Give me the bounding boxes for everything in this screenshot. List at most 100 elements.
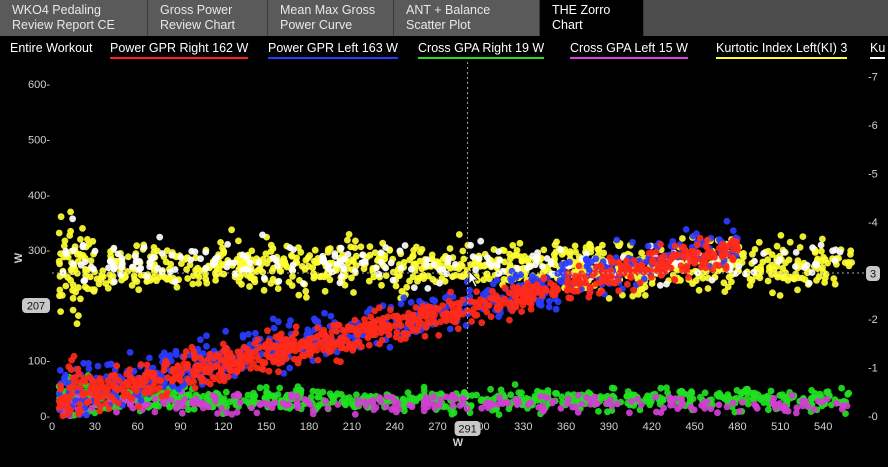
data-point [171,278,179,286]
data-point [269,315,277,323]
data-point [516,239,524,247]
data-point [260,286,268,294]
data-point [495,411,503,418]
legend-cross-gpa-right[interactable]: Cross GPA Right 19 W [418,41,545,59]
data-point [321,287,329,295]
legend-ku[interactable]: Ku [870,41,886,59]
data-point [292,323,300,331]
data-point [81,378,89,385]
data-point [413,243,420,251]
data-point [785,256,793,264]
y-tick-label: 400- [28,190,50,202]
data-point [225,259,233,266]
data-point [259,231,266,239]
data-point [70,352,78,360]
data-point [563,399,571,407]
data-point [518,257,526,265]
data-point [174,362,182,369]
tab-mean-max-curve[interactable]: Mean Max Gross Power Curve [268,0,394,36]
data-point [314,388,322,396]
tab-zorro-chart[interactable]: THE Zorro Chart [540,0,644,36]
data-point [64,398,72,406]
x-tick-label: 180 [300,421,318,433]
data-point [683,262,691,270]
data-point [73,320,81,328]
data-point [163,389,171,396]
data-point [557,246,564,253]
data-point [146,386,154,394]
data-point [275,334,283,342]
data-point [443,270,450,278]
data-point [634,395,641,403]
data-point [495,248,503,255]
data-point [348,274,355,282]
tab-pedaling-review[interactable]: WKO4 Pedaling Review Report CE [0,0,148,36]
y2-tick-label: -2 [868,314,878,326]
data-point [663,384,670,392]
data-point [94,362,102,370]
data-point [130,384,138,392]
data-point [397,336,405,343]
data-point [232,270,239,278]
data-point [423,312,430,319]
data-point [570,287,578,295]
data-point [195,279,203,287]
data-point [478,319,486,327]
data-point [557,278,565,286]
data-point [295,291,303,299]
data-point [289,272,296,280]
data-point [630,257,638,264]
data-point [608,402,616,410]
legend-power-gpr-left[interactable]: Power GPR Left 163 W [268,41,398,59]
y2-tick-label: -6 [868,120,878,132]
data-point [370,406,378,414]
data-point [69,215,76,223]
legend-power-gpr-right[interactable]: Power GPR Right 162 W [110,41,249,59]
tab-ant-balance[interactable]: ANT + Balance Scatter Plot [394,0,540,36]
data-point [137,397,145,404]
data-point [598,278,606,285]
data-point [389,276,397,284]
scatter-chart-area[interactable]: 0306090120150180210240270300330360390420… [0,58,888,462]
data-point [545,303,553,311]
data-point [70,247,77,254]
data-point [630,286,637,294]
x-tick-label: 450 [685,421,703,433]
data-point [288,282,296,289]
x-tick-label: 60 [132,421,144,433]
legend-kurtotic-index-left[interactable]: Kurtotic Index Left(KI) 3 [716,41,848,59]
data-point [409,273,417,281]
data-point [238,280,245,288]
data-point [251,275,258,283]
data-point [248,404,256,412]
data-point [361,258,369,266]
data-point [162,357,170,365]
data-point [669,252,676,260]
data-point [483,288,490,295]
data-point [537,392,545,400]
data-point [524,279,531,287]
data-point [495,313,502,320]
data-point [340,265,347,273]
data-point [629,292,637,300]
data-point [554,298,562,306]
data-point [430,400,437,408]
zorro-scatter-plot[interactable]: 0306090120150180210240270300330360390420… [0,58,888,462]
legend-range-label[interactable]: Entire Workout [10,41,92,57]
legend-cross-gpa-left[interactable]: Cross GPA Left 15 W [570,41,688,59]
data-point [586,285,594,292]
data-point [236,358,244,366]
data-point [239,331,247,339]
data-point [328,338,336,346]
data-point [126,372,134,380]
y-tick-label: 100- [28,356,50,368]
data-point [722,265,730,272]
data-point [644,242,652,250]
data-point [334,401,342,408]
data-point [370,318,378,326]
tab-gross-power-review[interactable]: Gross Power Review Chart [148,0,268,36]
data-point [365,341,373,349]
data-point [688,388,695,396]
data-point [57,385,65,393]
data-point [494,305,502,313]
